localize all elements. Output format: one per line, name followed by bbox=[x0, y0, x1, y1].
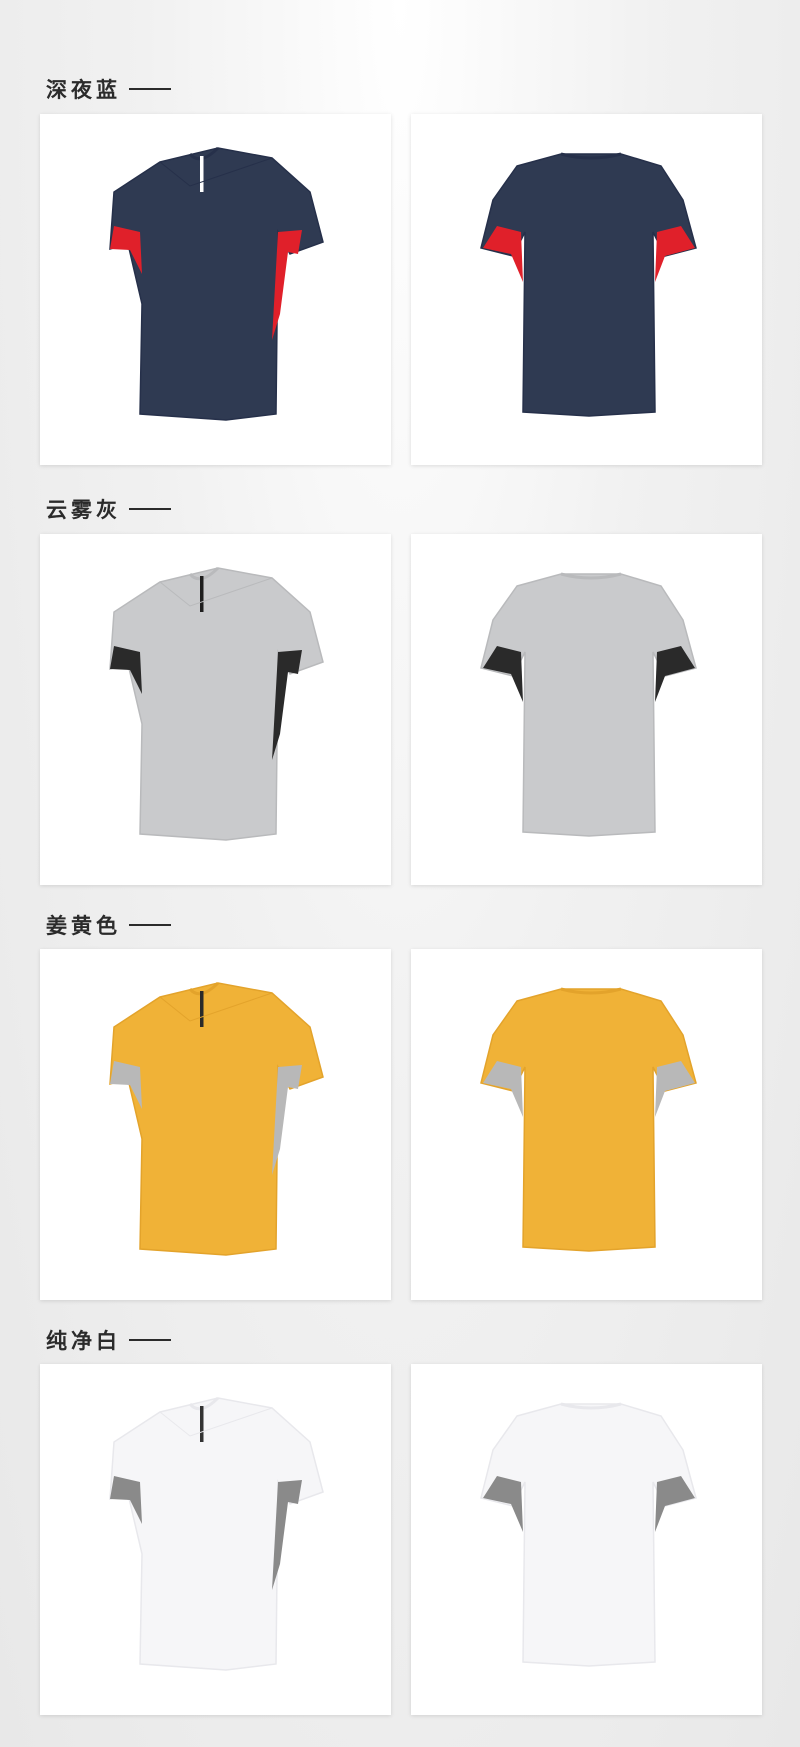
shirt-body bbox=[109, 982, 324, 1256]
zipper bbox=[200, 991, 204, 1027]
tshirt-back-image bbox=[480, 152, 697, 417]
shirt-body bbox=[480, 1403, 697, 1667]
tshirt-back-image bbox=[480, 572, 697, 837]
shirt-body bbox=[109, 147, 324, 421]
product-image-front[interactable] bbox=[40, 1364, 391, 1715]
product-image-back[interactable] bbox=[411, 114, 762, 465]
heading-divider bbox=[129, 508, 171, 510]
heading-divider bbox=[129, 924, 171, 926]
tshirt-front-image bbox=[109, 981, 324, 1256]
shirt-body bbox=[109, 1397, 324, 1671]
section-title: 深夜蓝 bbox=[46, 78, 121, 102]
shirt-body bbox=[480, 988, 697, 1252]
shirt-body bbox=[109, 567, 324, 841]
shirt-body bbox=[480, 153, 697, 417]
heading-divider bbox=[129, 88, 171, 90]
section-heading: 深夜蓝 bbox=[46, 74, 171, 104]
section-heading: 姜黄色 bbox=[46, 910, 171, 940]
product-image-front[interactable] bbox=[40, 949, 391, 1300]
product-image-front[interactable] bbox=[40, 534, 391, 885]
tshirt-back-image bbox=[480, 1402, 697, 1667]
section-title: 云雾灰 bbox=[46, 498, 121, 522]
tshirt-front-image bbox=[109, 566, 324, 841]
product-image-back[interactable] bbox=[411, 534, 762, 885]
shirt-body bbox=[480, 573, 697, 837]
heading-divider bbox=[129, 1339, 171, 1341]
product-image-back[interactable] bbox=[411, 949, 762, 1300]
zipper bbox=[200, 576, 204, 612]
section-title: 姜黄色 bbox=[46, 914, 121, 938]
zipper bbox=[200, 1406, 204, 1442]
tshirt-front-image bbox=[109, 1396, 324, 1671]
section-heading: 云雾灰 bbox=[46, 494, 171, 524]
product-image-front[interactable] bbox=[40, 114, 391, 465]
product-image-back[interactable] bbox=[411, 1364, 762, 1715]
tshirt-front-image bbox=[109, 146, 324, 421]
section-title: 纯净白 bbox=[46, 1329, 121, 1353]
zipper bbox=[200, 156, 204, 192]
section-heading: 纯净白 bbox=[46, 1325, 171, 1355]
tshirt-back-image bbox=[480, 987, 697, 1252]
